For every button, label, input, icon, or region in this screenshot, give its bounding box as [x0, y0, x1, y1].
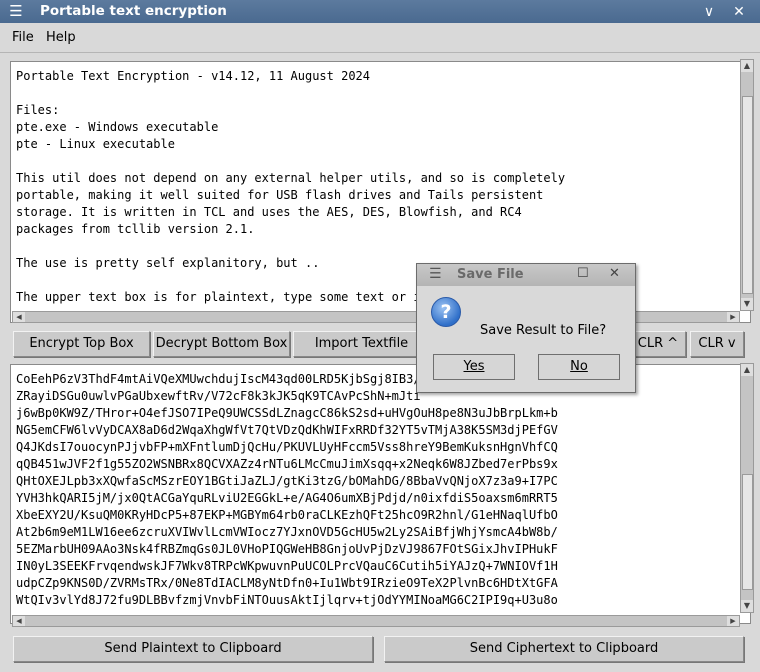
ciphertext-box[interactable]: CoEehP6zV3ThdF4mtAiVQeXMUwchdujIscM43qd0…: [10, 364, 751, 624]
scroll-down-arrow-icon[interactable]: ▼: [741, 600, 753, 612]
no-button-label: No: [570, 359, 588, 374]
plaintext-box[interactable]: Portable Text Encryption - v14.12, 11 Au…: [10, 61, 751, 323]
dialog-title: Save File: [457, 267, 524, 282]
save-file-dialog: ☰ Save File ☐ ✕ ? Save Result to File? Y…: [416, 263, 636, 393]
dialog-titlebar: ☰ Save File ☐ ✕: [417, 264, 635, 286]
ciphertext-vscrollbar[interactable]: ▲ ▼: [740, 363, 754, 613]
ciphertext-line: At2b6m9eM1LW16ee6zcruXVIWvlLcmVWIocz7YJx…: [16, 525, 558, 539]
ciphertext-line: Q4JKdsI7ouocynPJjvbFP+mXFntlumDjQcHu/PKU…: [16, 440, 558, 454]
ciphertext-hscrollbar[interactable]: ◀ ▶: [12, 615, 740, 627]
window-title: Portable text encryption: [40, 3, 227, 19]
ciphertext-line: j6wBp0KW9Z/THror+O4efJSO7IPeQ9UWCSSdLZna…: [16, 406, 558, 420]
ciphertext-line: XbeEXY2U/KsuQM0KRyHDcP5+87EKP+MGBYm64rb0…: [16, 508, 558, 522]
plaintext-line: Files:: [16, 103, 60, 117]
ciphertext-line: 5EZMarbUH09AAo3Nsk4fRBZmqGs0JL0VHoPIQGWe…: [16, 542, 558, 556]
ciphertext-line: udpCZp9KNS0D/ZVRMsTRx/0Ne8TdIACLM8yNtDfn…: [16, 576, 558, 590]
ciphertext-line: YVH3hkQARI5jM/jx0QtACGaYquRLviU2EGGkL+e/…: [16, 491, 558, 505]
dialog-menu-icon[interactable]: ☰: [429, 266, 442, 282]
ciphertext-line: NG5emCFW6lvVyDCAX8aD6d2WqaXhgWfVt7QtVDzQ…: [16, 423, 558, 437]
scroll-up-arrow-icon[interactable]: ▲: [741, 60, 753, 72]
plaintext-line: portable, making it well suited for USB …: [16, 188, 544, 202]
scroll-right-arrow-icon[interactable]: ▶: [727, 312, 739, 322]
menu-file[interactable]: File: [12, 30, 34, 45]
plaintext-line: This util does not depend on any externa…: [16, 171, 566, 185]
window-titlebar: ☰ Portable text encryption ∨ ✕: [0, 0, 760, 23]
scroll-up-arrow-icon[interactable]: ▲: [741, 364, 753, 376]
scroll-thumb[interactable]: [742, 474, 753, 590]
plaintext-line: packages from tcllib version 2.1.: [16, 222, 255, 236]
no-button[interactable]: No: [538, 354, 620, 380]
menu-help[interactable]: Help: [46, 30, 76, 45]
decrypt-bottom-box-button[interactable]: Decrypt Bottom Box: [153, 331, 290, 357]
plaintext-line: [16, 238, 745, 255]
scroll-thumb[interactable]: [742, 96, 753, 294]
dialog-message: Save Result to File?: [480, 323, 607, 338]
send-ciphertext-to-clipboard-button[interactable]: Send Ciphertext to Clipboard: [384, 636, 744, 662]
plaintext-line: Portable Text Encryption - v14.12, 11 Au…: [16, 69, 371, 83]
encrypt-top-box-button[interactable]: Encrypt Top Box: [13, 331, 150, 357]
scroll-right-arrow-icon[interactable]: ▶: [727, 616, 739, 626]
scroll-left-arrow-icon[interactable]: ◀: [13, 312, 25, 322]
ciphertext-line: IN0yL3SEEKFrvqendwskJF7Wkv8TRPcWKpwuvnPu…: [16, 559, 558, 573]
send-plaintext-to-clipboard-button[interactable]: Send Plaintext to Clipboard: [13, 636, 373, 662]
scroll-left-arrow-icon[interactable]: ◀: [13, 616, 25, 626]
plaintext-line: storage. It is written in TCL and uses t…: [16, 205, 522, 219]
clear-bottom-button[interactable]: CLR v: [690, 331, 744, 357]
yes-button-label: Yes: [463, 359, 485, 374]
ciphertext-line: qQB451wJVF2f1g55ZO2WSNBRx8QCVXAZz4rNTu6L…: [16, 457, 558, 471]
import-textfile-button[interactable]: Import Textfile: [293, 331, 430, 357]
maximize-icon[interactable]: ☐: [577, 266, 589, 281]
plaintext-vscrollbar[interactable]: ▲ ▼: [740, 59, 754, 311]
yes-button[interactable]: Yes: [433, 354, 515, 380]
close-icon[interactable]: ✕: [730, 3, 748, 21]
question-icon: ?: [431, 297, 461, 327]
menubar: File Help: [0, 23, 760, 53]
plaintext-line: pte.exe - Windows executable: [16, 120, 219, 134]
minimize-icon[interactable]: ∨: [700, 3, 718, 21]
plaintext-line: [16, 153, 745, 170]
plaintext-line: pte - Linux executable: [16, 137, 175, 151]
scroll-down-arrow-icon[interactable]: ▼: [741, 298, 753, 310]
ciphertext-line: WtQIv3vlYd8J72fu9DLBBvfzmjVnvbFiNTOuusAk…: [16, 593, 558, 607]
plaintext-line: [16, 85, 745, 102]
dialog-close-icon[interactable]: ✕: [609, 266, 620, 281]
ciphertext-line: QHtOXEJLpb3xXQwfaScMSzrEOY1BGtiJaZLJ/gtK…: [16, 474, 558, 488]
window-menu-icon[interactable]: ☰: [8, 3, 24, 19]
clear-top-button[interactable]: CLR ^: [630, 331, 686, 357]
